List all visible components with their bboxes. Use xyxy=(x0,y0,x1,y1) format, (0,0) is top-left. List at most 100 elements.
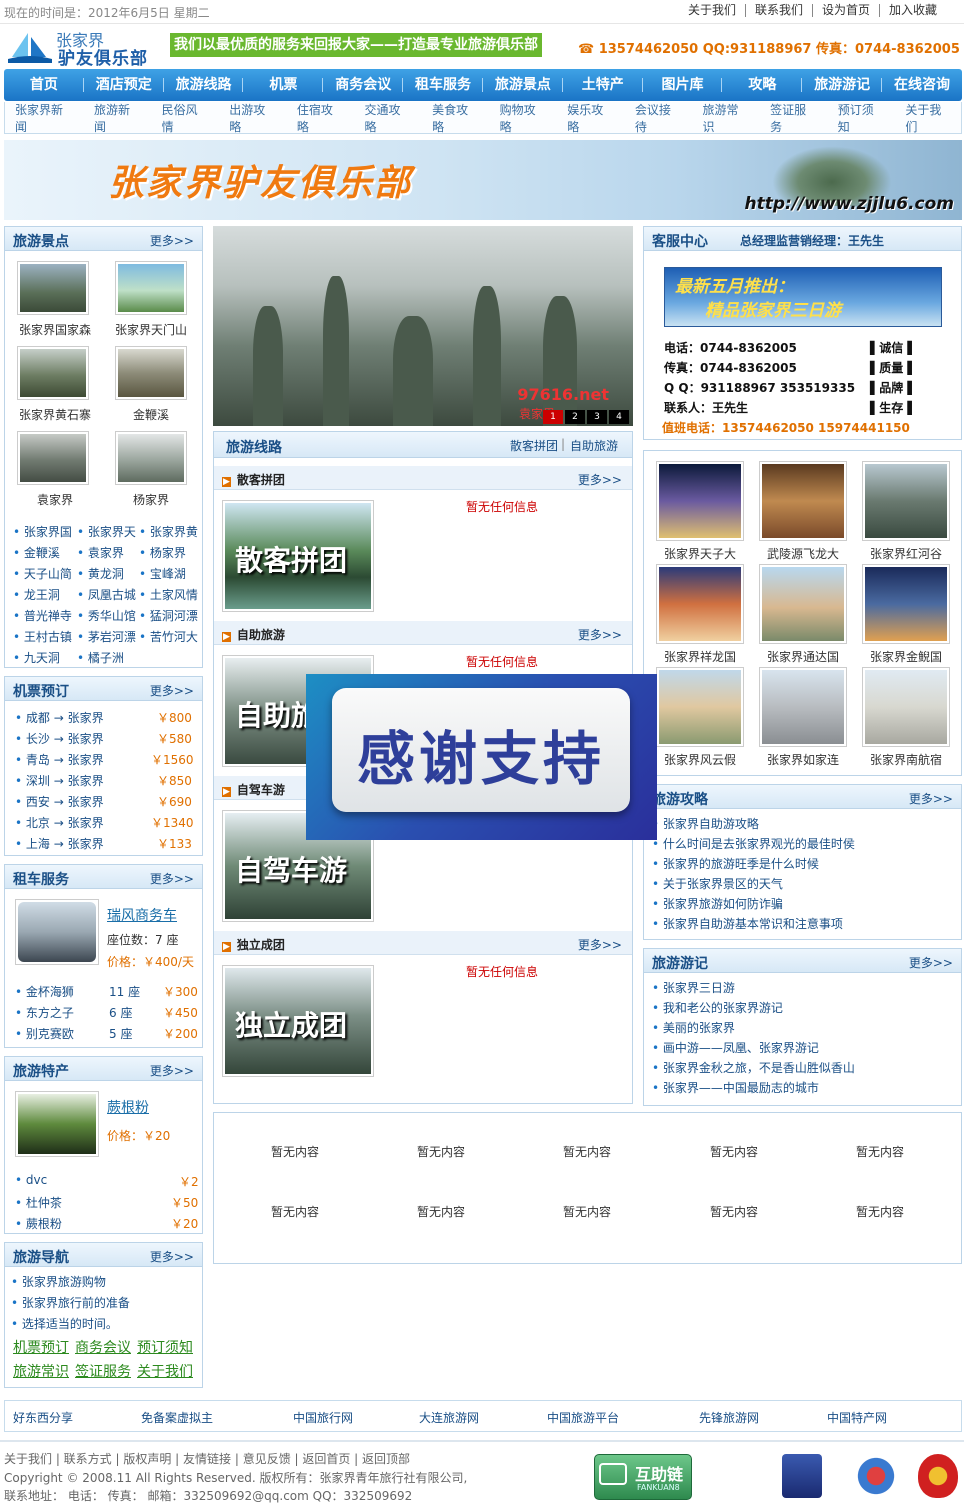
car-row[interactable]: • 东方之子 xyxy=(15,1004,74,1021)
guide-link[interactable]: 关于我们 xyxy=(137,1361,193,1381)
hotel-caption[interactable]: 张家界祥龙国 xyxy=(650,648,750,665)
nav-specialty[interactable]: 土特产 xyxy=(563,69,643,101)
routes-section-more[interactable]: 更多>> xyxy=(578,471,622,488)
hotel-thumb[interactable] xyxy=(759,461,847,541)
scenic-caption[interactable]: 袁家界 xyxy=(5,491,105,508)
hotel-caption[interactable]: 张家界如家连 xyxy=(753,751,853,768)
notes-item[interactable]: • 我和老公的张家界游记 xyxy=(652,999,783,1016)
hotel-thumb[interactable] xyxy=(862,667,950,747)
scenic-link[interactable]: • 龙王洞 xyxy=(13,586,60,603)
site-logo[interactable]: 张家界 驴友俱乐部 xyxy=(4,27,154,69)
slide-page-button[interactable]: 3 xyxy=(587,410,607,424)
scenic-link[interactable]: • 张家界黄 xyxy=(139,523,198,540)
scenic-caption[interactable]: 张家界天门山 xyxy=(101,321,201,338)
ticket-row[interactable]: • 长沙 → 张家界 xyxy=(15,730,104,747)
nav-meetings[interactable]: 商务会议 xyxy=(323,69,403,101)
scenic-link[interactable]: • 张家界天 xyxy=(77,523,136,540)
hotel-thumb[interactable] xyxy=(656,667,744,747)
slide-page-button[interactable]: 2 xyxy=(565,410,585,424)
subnav-item[interactable]: 交通攻略 xyxy=(364,101,410,135)
service-promo-banner[interactable]: 最新五月推出： 精品张家界三日游 xyxy=(664,267,942,327)
scenic-link[interactable]: • 杨家界 xyxy=(139,544,186,561)
scenic-thumb[interactable] xyxy=(17,261,89,315)
nav-home[interactable]: 首页 xyxy=(4,69,84,101)
subnav-item[interactable]: 签证服务 xyxy=(770,101,816,135)
specialty-row[interactable]: • 蕨根粉 xyxy=(15,1215,62,1232)
notes-item[interactable]: • 张家界金秋之旅，不是香山胜似香山 xyxy=(652,1059,855,1076)
scenic-thumb[interactable] xyxy=(17,431,89,485)
scenic-link[interactable]: • 猛洞河漂 xyxy=(139,607,198,624)
subnav-item[interactable]: 张家界新闻 xyxy=(15,101,72,135)
top-link-favorite[interactable]: 加入收藏 xyxy=(880,4,946,17)
nav-tickets[interactable]: 机票 xyxy=(243,69,324,101)
hotel-thumb[interactable] xyxy=(656,564,744,644)
friend-link[interactable]: 大连旅游网 xyxy=(419,1409,479,1426)
slideshow[interactable]: 97616.net 袁家界 1 2 3 4 xyxy=(213,226,633,426)
scenic-link[interactable]: • 土家风情 xyxy=(139,586,198,603)
scenic-thumb[interactable] xyxy=(17,346,89,400)
scenic-thumb[interactable] xyxy=(115,431,187,485)
routes-section-more[interactable]: 更多>> xyxy=(578,936,622,953)
scenic-link[interactable]: • 袁家界 xyxy=(77,544,124,561)
scenic-caption[interactable]: 张家界黄石寨 xyxy=(5,406,105,423)
nav-hotel[interactable]: 酒店预定 xyxy=(84,69,164,101)
scenic-link[interactable]: • 宝峰湖 xyxy=(139,565,186,582)
nav-car-rental[interactable]: 租车服务 xyxy=(403,69,483,101)
scenic-link[interactable]: • 橘子洲 xyxy=(77,649,124,666)
hotel-thumb[interactable] xyxy=(862,564,950,644)
ticket-row[interactable]: • 成都 → 张家界 xyxy=(15,709,104,726)
car-name[interactable]: 瑞风商务车 xyxy=(107,905,177,925)
notes-item[interactable]: • 张家界三日游 xyxy=(652,979,735,996)
scenic-link[interactable]: • 茅岩河漂 xyxy=(77,628,136,645)
scenic-link[interactable]: • 天子山简 xyxy=(13,565,72,582)
police-badge-icon[interactable] xyxy=(782,1454,822,1498)
car-row[interactable]: • 别克赛欧 xyxy=(15,1025,74,1042)
friend-link[interactable]: 中国旅游平台 xyxy=(547,1409,619,1426)
subnav-item[interactable]: 会议接待 xyxy=(635,101,681,135)
nav-strategy[interactable]: 攻略 xyxy=(722,69,803,101)
hotel-thumb[interactable] xyxy=(759,564,847,644)
specialty-name[interactable]: 蕨根粉 xyxy=(107,1097,149,1117)
friend-link[interactable]: 先锋旅游网 xyxy=(699,1409,759,1426)
hotel-caption[interactable]: 武陵源飞龙大 xyxy=(753,545,853,562)
scenic-caption[interactable]: 杨家界 xyxy=(101,491,201,508)
hotel-caption[interactable]: 张家界风云假 xyxy=(650,751,750,768)
hotel-thumb[interactable] xyxy=(656,461,744,541)
subnav-item[interactable]: 出游攻略 xyxy=(229,101,275,135)
scenic-link[interactable]: • 张家界国 xyxy=(13,523,72,540)
guide-item[interactable]: • 张家界旅游购物 xyxy=(11,1273,106,1290)
guide-more-link[interactable]: 更多>> xyxy=(150,1248,194,1265)
hotel-thumb[interactable] xyxy=(759,667,847,747)
hotel-caption[interactable]: 张家界金鲵国 xyxy=(856,648,956,665)
scenic-caption[interactable]: 金鞭溪 xyxy=(101,406,201,423)
scenic-thumb[interactable] xyxy=(115,346,187,400)
subnav-item[interactable]: 购物攻略 xyxy=(500,101,546,135)
ticket-row[interactable]: • 北京 → 张家界 xyxy=(15,814,104,831)
route-image[interactable]: 独立成团 xyxy=(222,965,374,1077)
subnav-item[interactable]: 旅游新闻 xyxy=(94,101,140,135)
car-image[interactable] xyxy=(15,899,99,965)
ticket-row[interactable]: • 西安 → 张家界 xyxy=(15,793,104,810)
friend-link[interactable]: 中国旅行网 xyxy=(293,1409,353,1426)
strategy-item[interactable]: • 张家界的旅游旺季是什么时候 xyxy=(652,855,819,872)
hotel-thumb[interactable] xyxy=(862,461,950,541)
guide-link[interactable]: 商务会议 xyxy=(75,1337,131,1357)
friend-link[interactable]: 好东西分享 xyxy=(13,1409,73,1426)
strategy-more-link[interactable]: 更多>> xyxy=(909,790,953,807)
thanks-popup[interactable]: 感谢支持 xyxy=(306,674,657,840)
routes-section-more[interactable]: 更多>> xyxy=(578,626,622,643)
ticket-row[interactable]: • 上海 → 张家界 xyxy=(15,835,104,852)
nav-online-consult[interactable]: 在线咨询 xyxy=(882,69,962,101)
subnav-item[interactable]: 娱乐攻略 xyxy=(567,101,613,135)
scenic-link[interactable]: • 凤凰古城 xyxy=(77,586,136,603)
shield-badge-icon[interactable] xyxy=(856,1454,896,1498)
strategy-item[interactable]: • 张家界自助游基本常识和注意事项 xyxy=(652,915,843,932)
friend-link[interactable]: 免备案虚拟主 xyxy=(141,1409,213,1426)
strategy-item[interactable]: • 张家界自助游攻略 xyxy=(652,815,759,832)
routes-tab-self[interactable]: 自助旅游 xyxy=(570,437,618,454)
scenic-link[interactable]: • 九天洞 xyxy=(13,649,60,666)
guide-item[interactable]: • 选择适当的时间。 xyxy=(11,1315,118,1332)
top-link-contact[interactable]: 联系我们 xyxy=(746,4,813,17)
scenic-link[interactable]: • 苦竹河大 xyxy=(139,628,198,645)
ticket-row[interactable]: • 青岛 → 张家界 xyxy=(15,751,104,768)
